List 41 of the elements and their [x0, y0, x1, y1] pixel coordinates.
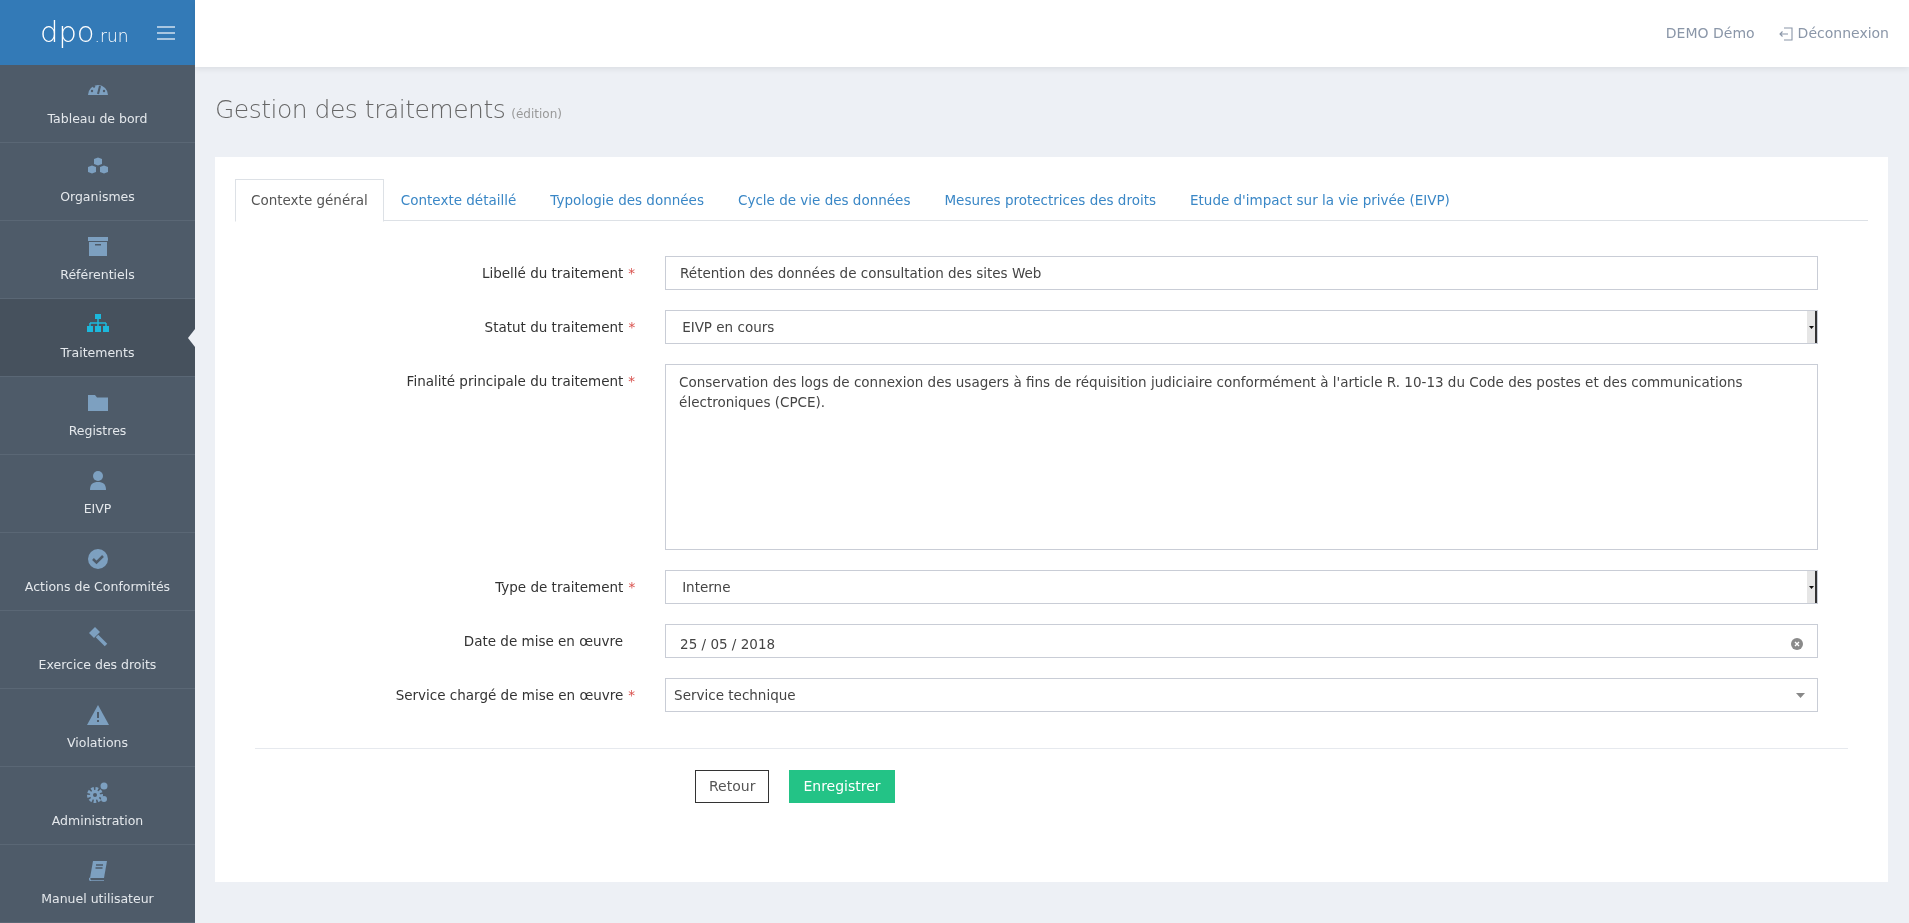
required-mark: * [628, 318, 636, 337]
field-label: Type de traitement [495, 578, 624, 597]
text-area[interactable]: Conservation des logs de connexion des usagers à fins de réquisition judiciaire conformément à l'article R. 10-13 du Code des postes et des communications électroniques (CPCE). [665, 364, 1818, 550]
back-button[interactable]: Retour [695, 770, 770, 803]
logout-link[interactable]: Déconnexion [1778, 23, 1889, 44]
logout-icon [1778, 26, 1793, 41]
active-pointer [188, 329, 195, 347]
select-field[interactable]: Service technique [665, 678, 1818, 712]
select-field[interactable]: EIVP en cours [665, 310, 1818, 344]
menu-icon[interactable] [157, 25, 175, 40]
date-field[interactable]: 25 / 05 / 2018 [665, 624, 1818, 658]
tab[interactable]: Etude d'impact sur la vie privée (EIVP) [1173, 179, 1467, 221]
tab[interactable]: Typologie des données [533, 179, 721, 221]
page-title: Gestion des traitements [215, 94, 506, 126]
dropdown-caret-icon [1807, 311, 1817, 343]
archive-box-icon [85, 234, 110, 257]
page-subtitle: (édition) [511, 106, 562, 123]
required-mark: * [628, 686, 636, 705]
field-label: Finalité principale du traitement [406, 372, 624, 391]
field-label: Libellé du traitement [481, 264, 624, 283]
dropdown-caret-icon [1796, 692, 1805, 698]
dropdown-caret-icon [1807, 571, 1817, 603]
sidebar-item[interactable]: Traitements [0, 299, 195, 377]
tab[interactable]: Mesures protectrices des droits [927, 179, 1173, 221]
required-mark: * [628, 372, 636, 391]
field-label: Date de mise en œuvre [463, 632, 624, 651]
tab[interactable]: Contexte général [235, 179, 384, 222]
select-field[interactable]: Interne [665, 570, 1818, 604]
required-mark: * [628, 578, 636, 597]
tab[interactable]: Cycle de vie des données [720, 179, 928, 221]
clear-icon[interactable] [1791, 638, 1803, 650]
required-mark: * [628, 264, 636, 283]
check-circle-icon [85, 546, 110, 569]
field-label: Service chargé de mise en œuvre [395, 686, 624, 705]
input-field[interactable]: Rétention des données de consultation des sites Web [665, 256, 1818, 290]
tab[interactable]: Contexte détaillé [383, 179, 534, 221]
sitemap-icon [85, 312, 110, 335]
user-link[interactable]: DEMO Démo [1665, 23, 1755, 44]
gears-icon [85, 780, 110, 803]
logo[interactable]: dpo.run [40, 18, 129, 47]
field-label: Statut du traitement [484, 318, 624, 337]
